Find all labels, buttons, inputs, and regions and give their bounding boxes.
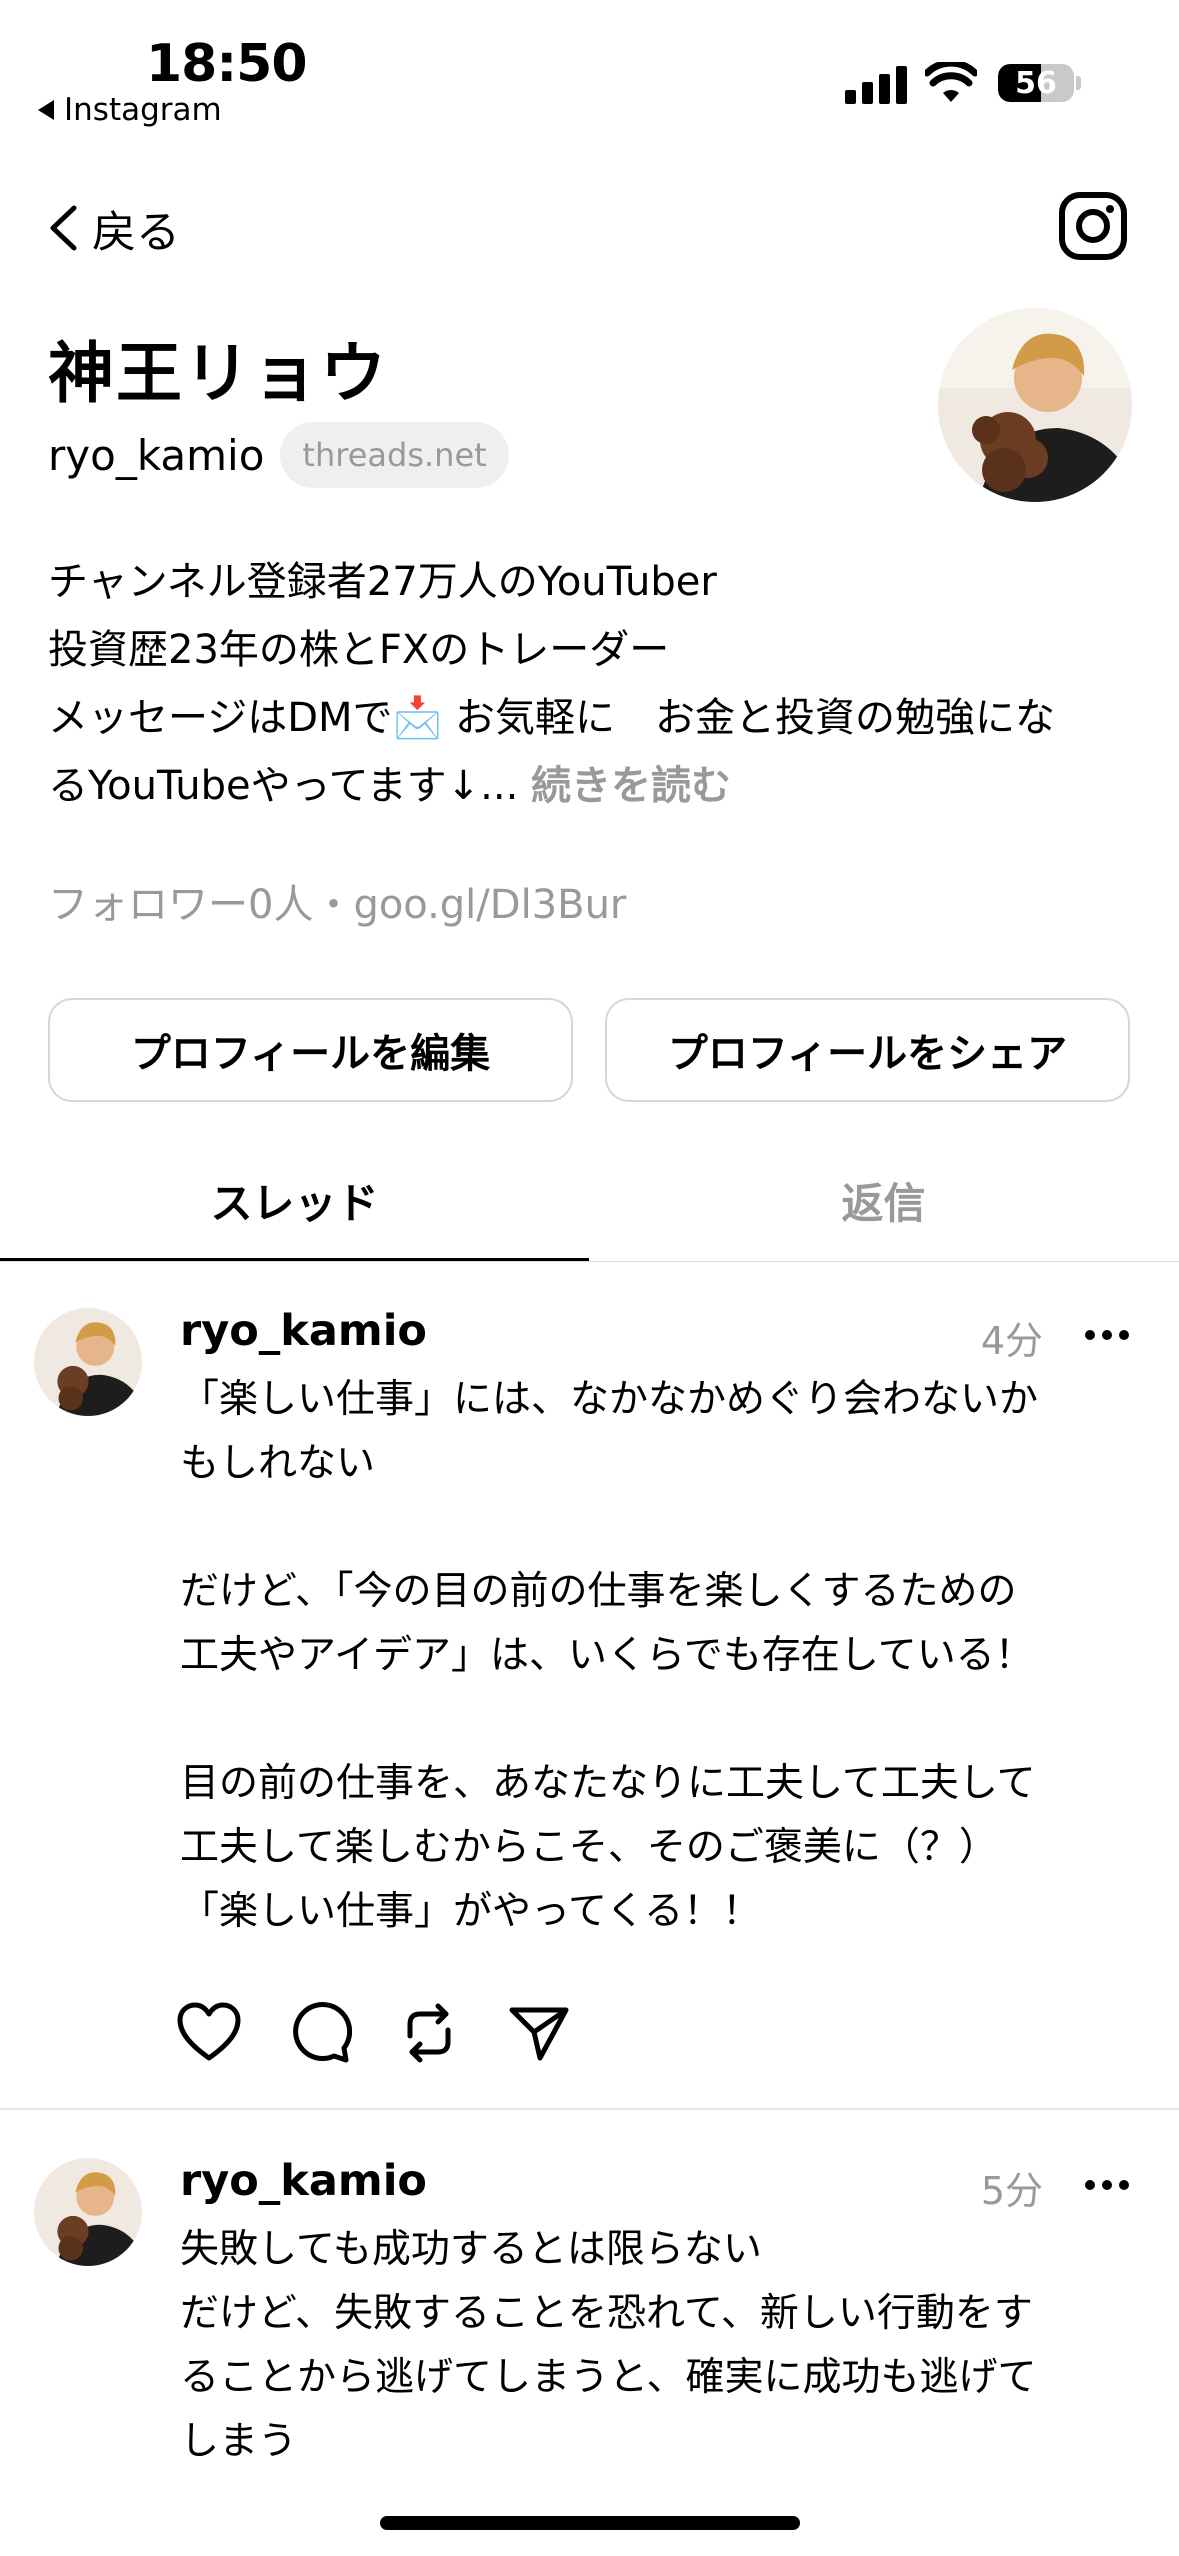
more-options-icon[interactable] (1085, 1330, 1129, 1340)
battery-tip (1076, 76, 1081, 90)
post-avatar[interactable] (34, 1308, 142, 1416)
share-profile-button[interactable]: プロフィールをシェア (605, 998, 1130, 1102)
comment-icon[interactable] (286, 2000, 352, 2066)
post-actions (176, 2000, 572, 2066)
home-indicator[interactable] (380, 2516, 800, 2530)
post-avatar[interactable] (34, 2158, 142, 2266)
post-text: 失敗しても成功するとは限らない だけど、失敗することを恐れて、新しい行動をす る… (180, 2227, 1037, 2464)
tabs-divider (0, 1261, 1179, 1262)
followers-and-link[interactable]: フォロワー0人・goo.gl/Dl3Bur (48, 872, 626, 930)
tab-threads[interactable]: スレッド (0, 1170, 589, 1231)
repost-icon[interactable] (396, 2000, 462, 2066)
bio-line: チャンネル登録者27万人のYouTuber (48, 559, 717, 605)
more-options-icon[interactable] (1085, 2180, 1129, 2190)
profile-name: 神王リョウ (48, 335, 388, 412)
handle-row: ryo_kamio threads.net (48, 422, 509, 488)
bio-line: メッセージはDMで📩 お気軽に お金と投資の勉強にな (48, 695, 1056, 741)
chevron-left-icon (50, 205, 77, 251)
back-triangle-icon (38, 100, 54, 120)
tab-replies[interactable]: 返信 (589, 1170, 1178, 1231)
battery-icon: 56 (998, 64, 1074, 102)
back-app-label: Instagram (64, 92, 222, 128)
post-username[interactable]: ryo_kamio (180, 1306, 427, 1356)
bio-line: るYouTubeやってます↓... (48, 763, 519, 809)
threads-chip[interactable]: threads.net (280, 422, 509, 488)
heart-icon[interactable] (176, 2000, 242, 2066)
post-timestamp: 5分 (980, 2169, 1043, 2213)
read-more-link[interactable]: 続きを読む (531, 763, 731, 809)
cellular-signal-icon (845, 66, 907, 104)
back-button[interactable]: 戻る (48, 196, 180, 260)
battery-level: 56 (1015, 66, 1057, 101)
post-divider (0, 2108, 1179, 2110)
profile-bio: チャンネル登録者27万人のYouTuber 投資歴23年の株とFXのトレーダー … (48, 548, 1148, 820)
bio-line-last: るYouTubeやってます↓... 続きを読む (48, 752, 1148, 820)
bio-line: 投資歴23年の株とFXのトレーダー (48, 627, 670, 673)
profile-handle: ryo_kamio (48, 430, 265, 480)
instagram-icon[interactable] (1058, 191, 1128, 261)
active-tab-indicator (0, 1258, 589, 1261)
edit-profile-button[interactable]: プロフィールを編集 (48, 998, 573, 1102)
post-timestamp: 4分 (980, 1319, 1043, 1363)
back-label: 戻る (92, 207, 180, 258)
post-text: 「楽しい仕事」には、なかなかめぐり会わないか もしれない だけど、「今の目の前の… (180, 1377, 1039, 1934)
back-to-instagram[interactable]: Instagram (38, 92, 222, 128)
status-time: 18:50 (146, 34, 308, 94)
profile-avatar[interactable] (938, 308, 1132, 502)
wifi-icon (925, 62, 977, 102)
post-username[interactable]: ryo_kamio (180, 2156, 427, 2206)
share-icon[interactable] (506, 2000, 572, 2066)
